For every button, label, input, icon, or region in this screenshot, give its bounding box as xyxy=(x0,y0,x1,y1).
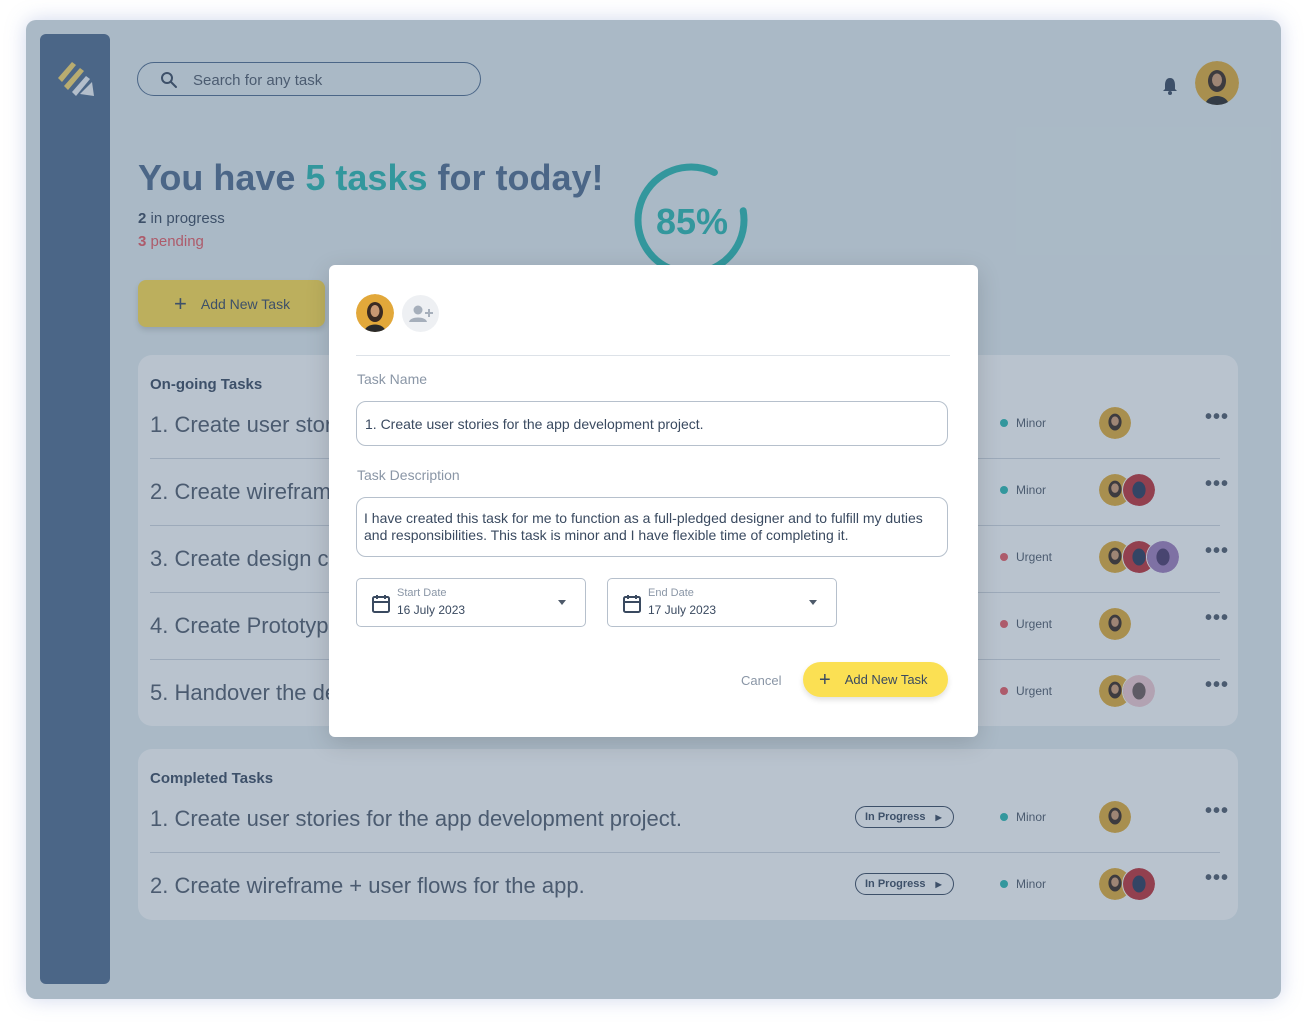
divider xyxy=(356,355,950,356)
calendar-icon xyxy=(623,595,641,613)
add-new-task-button[interactable]: + Add New Task xyxy=(803,662,948,697)
cancel-button[interactable]: Cancel xyxy=(741,673,781,688)
task-description-label: Task Description xyxy=(357,467,460,483)
add-member-button[interactable] xyxy=(402,295,439,332)
calendar-icon xyxy=(372,595,390,613)
add-user-icon xyxy=(409,305,433,322)
start-date-value: 16 July 2023 xyxy=(397,603,466,617)
end-date-picker[interactable]: End Date 17 July 2023 xyxy=(607,578,837,627)
task-name-input[interactable]: 1. Create user stories for the app devel… xyxy=(356,401,948,446)
task-name-label: Task Name xyxy=(357,371,428,387)
start-date-picker[interactable]: Start Date 16 July 2023 xyxy=(356,578,586,627)
owner-avatar xyxy=(356,294,394,332)
task-description-input[interactable]: I have created this task for me to funct… xyxy=(356,497,948,557)
start-date-label: Start Date xyxy=(397,587,447,599)
caret-down-icon xyxy=(558,600,566,605)
end-date-value: 17 July 2023 xyxy=(648,603,717,617)
plus-icon: + xyxy=(819,668,831,691)
add-task-modal: Task Name 1. Create user stories for the… xyxy=(329,265,978,737)
caret-down-icon xyxy=(809,600,817,605)
end-date-label: End Date xyxy=(648,587,694,599)
